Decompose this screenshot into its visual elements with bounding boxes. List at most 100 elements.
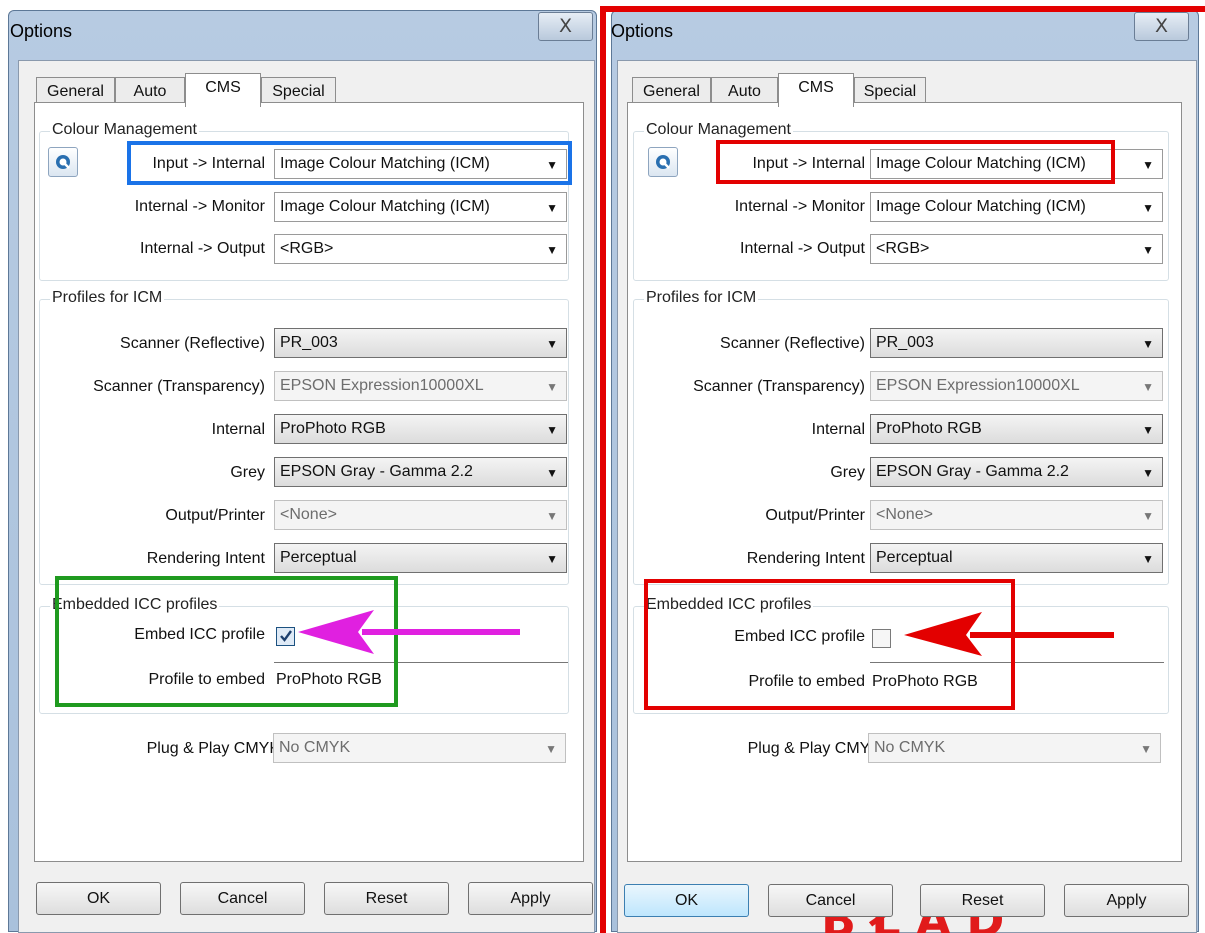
chevron-down-icon: ▼ xyxy=(1142,423,1154,437)
internal-monitor-label: Internal -> Monitor xyxy=(134,198,265,215)
embed-icc-label: Embed ICC profile xyxy=(134,626,265,643)
apply-button[interactable]: Apply xyxy=(468,882,593,915)
chevron-down-icon: ▼ xyxy=(1142,552,1154,566)
scanner-transparency-label: Scanner (Transparency) xyxy=(693,378,865,395)
close-button[interactable]: X xyxy=(1134,12,1189,41)
tab-special[interactable]: Special xyxy=(261,77,336,105)
group-title: Profiles for ICM xyxy=(50,289,165,307)
tab-auto[interactable]: Auto xyxy=(115,77,185,105)
chevron-down-icon: ▼ xyxy=(546,337,558,351)
reset-button[interactable]: Reset xyxy=(920,884,1045,917)
profile-to-embed-label: Profile to embed xyxy=(148,671,265,688)
internal-output-label: Internal -> Output xyxy=(740,240,865,257)
ok-button[interactable]: OK xyxy=(624,884,749,917)
select-value: ProPhoto RGB xyxy=(876,420,982,437)
dialog-client: General Auto CMS Special Colour Manageme… xyxy=(617,60,1197,933)
tab-cms[interactable]: CMS xyxy=(778,73,854,107)
input-internal-label: Input -> Internal xyxy=(752,155,865,172)
select-value: <None> xyxy=(876,506,933,523)
cancel-button[interactable]: Cancel xyxy=(768,884,893,917)
colour-management-icon[interactable] xyxy=(648,147,678,177)
checkmark-icon xyxy=(280,630,292,642)
scanner-transparency-select[interactable]: EPSON Expression10000XL ▼ xyxy=(870,371,1163,401)
tab-cms[interactable]: CMS xyxy=(185,73,261,107)
group-title: Embedded ICC profiles xyxy=(50,596,220,614)
internal-profile-select[interactable]: ProPhoto RGB ▼ xyxy=(274,414,567,444)
embed-icc-checkbox[interactable] xyxy=(276,627,295,646)
internal-profile-select[interactable]: ProPhoto RGB ▼ xyxy=(870,414,1163,444)
plug-play-label: Plug & Play CMYK xyxy=(747,740,881,757)
profiles-group: Profiles for ICM Scanner (Reflective) PR… xyxy=(39,289,569,585)
chevron-down-icon: ▼ xyxy=(546,158,558,172)
tab-special[interactable]: Special xyxy=(854,77,926,105)
output-printer-select[interactable]: <None> ▼ xyxy=(274,500,567,530)
output-printer-select[interactable]: <None> ▼ xyxy=(870,500,1163,530)
embedded-icc-group: Embedded ICC profiles Embed ICC profile … xyxy=(39,596,569,714)
plug-play-select[interactable]: No CMYK ▼ xyxy=(273,733,566,763)
apply-button[interactable]: Apply xyxy=(1064,884,1189,917)
dialog-client: General Auto CMS Special Colour Manageme… xyxy=(18,60,595,933)
reset-button[interactable]: Reset xyxy=(324,882,449,915)
divider xyxy=(870,662,1164,663)
colour-management-group: Colour Management Input -> Internal Imag… xyxy=(633,121,1169,281)
scanner-reflective-label: Scanner (Reflective) xyxy=(120,335,265,352)
input-internal-label: Input -> Internal xyxy=(152,155,265,172)
internal-output-label: Internal -> Output xyxy=(140,240,265,257)
group-title: Colour Management xyxy=(50,121,199,139)
rendering-intent-label: Rendering Intent xyxy=(746,550,865,567)
embed-icc-checkbox[interactable] xyxy=(872,629,891,648)
select-value: Image Colour Matching (ICM) xyxy=(280,198,490,215)
internal-profile-label: Internal xyxy=(211,421,265,438)
chevron-down-icon: ▼ xyxy=(1142,466,1154,480)
options-window-right: Options X General Auto CMS Special Colou… xyxy=(603,0,1205,933)
internal-monitor-select[interactable]: Image Colour Matching (ICM) ▼ xyxy=(870,192,1163,222)
group-title: Profiles for ICM xyxy=(644,289,759,307)
select-value: <RGB> xyxy=(280,240,334,257)
embedded-icc-group: Embedded ICC profiles Embed ICC profile … xyxy=(633,596,1169,714)
profile-to-embed-label: Profile to embed xyxy=(748,673,865,690)
select-value: Image Colour Matching (ICM) xyxy=(280,155,490,172)
chevron-down-icon: ▼ xyxy=(1140,742,1152,756)
cancel-button[interactable]: Cancel xyxy=(180,882,305,915)
options-window-left: Options X General Auto CMS Special Colou… xyxy=(0,0,603,933)
select-value: EPSON Expression10000XL xyxy=(280,377,484,394)
input-internal-select[interactable]: Image Colour Matching (ICM) ▼ xyxy=(274,149,567,179)
window-title: Options xyxy=(611,21,674,41)
rendering-intent-select[interactable]: Perceptual ▼ xyxy=(870,543,1163,573)
select-value: ProPhoto RGB xyxy=(280,420,386,437)
colour-management-icon[interactable] xyxy=(48,147,78,177)
internal-output-select[interactable]: <RGB> ▼ xyxy=(870,234,1163,264)
divider xyxy=(274,662,568,663)
close-button[interactable]: X xyxy=(538,12,593,41)
divider-top xyxy=(600,6,1205,12)
scanner-transparency-select[interactable]: EPSON Expression10000XL ▼ xyxy=(274,371,567,401)
chevron-down-icon: ▼ xyxy=(546,423,558,437)
grey-select[interactable]: EPSON Gray - Gamma 2.2 ▼ xyxy=(274,457,567,487)
output-printer-label: Output/Printer xyxy=(765,507,865,524)
internal-monitor-label: Internal -> Monitor xyxy=(734,198,865,215)
cms-tab-page: Colour Management Input -> Internal Imag… xyxy=(627,102,1182,933)
input-internal-select[interactable]: Image Colour Matching (ICM) ▼ xyxy=(870,149,1163,179)
tab-general[interactable]: General xyxy=(36,77,115,105)
tab-general[interactable]: General xyxy=(632,77,711,105)
profile-to-embed-value: ProPhoto RGB xyxy=(276,671,382,688)
plug-play-select[interactable]: No CMYK ▼ xyxy=(868,733,1161,763)
tab-auto[interactable]: Auto xyxy=(711,77,778,105)
grey-select[interactable]: EPSON Gray - Gamma 2.2 ▼ xyxy=(870,457,1163,487)
select-value: <RGB> xyxy=(876,240,930,257)
chevron-down-icon: ▼ xyxy=(546,552,558,566)
profile-to-embed-value: ProPhoto RGB xyxy=(872,673,978,690)
select-value: EPSON Gray - Gamma 2.2 xyxy=(876,463,1069,480)
embed-icc-label: Embed ICC profile xyxy=(734,628,865,645)
internal-output-select[interactable]: <RGB> ▼ xyxy=(274,234,567,264)
output-printer-label: Output/Printer xyxy=(165,507,265,524)
profiles-group: Profiles for ICM Scanner (Reflective) PR… xyxy=(633,289,1169,585)
scanner-reflective-select[interactable]: PR_003 ▼ xyxy=(870,328,1163,358)
ok-button[interactable]: OK xyxy=(36,882,161,915)
grey-label: Grey xyxy=(830,464,865,481)
chevron-down-icon: ▼ xyxy=(546,509,558,523)
select-value: Perceptual xyxy=(280,549,357,566)
internal-monitor-select[interactable]: Image Colour Matching (ICM) ▼ xyxy=(274,192,567,222)
scanner-reflective-select[interactable]: PR_003 ▼ xyxy=(274,328,567,358)
rendering-intent-select[interactable]: Perceptual ▼ xyxy=(274,543,567,573)
